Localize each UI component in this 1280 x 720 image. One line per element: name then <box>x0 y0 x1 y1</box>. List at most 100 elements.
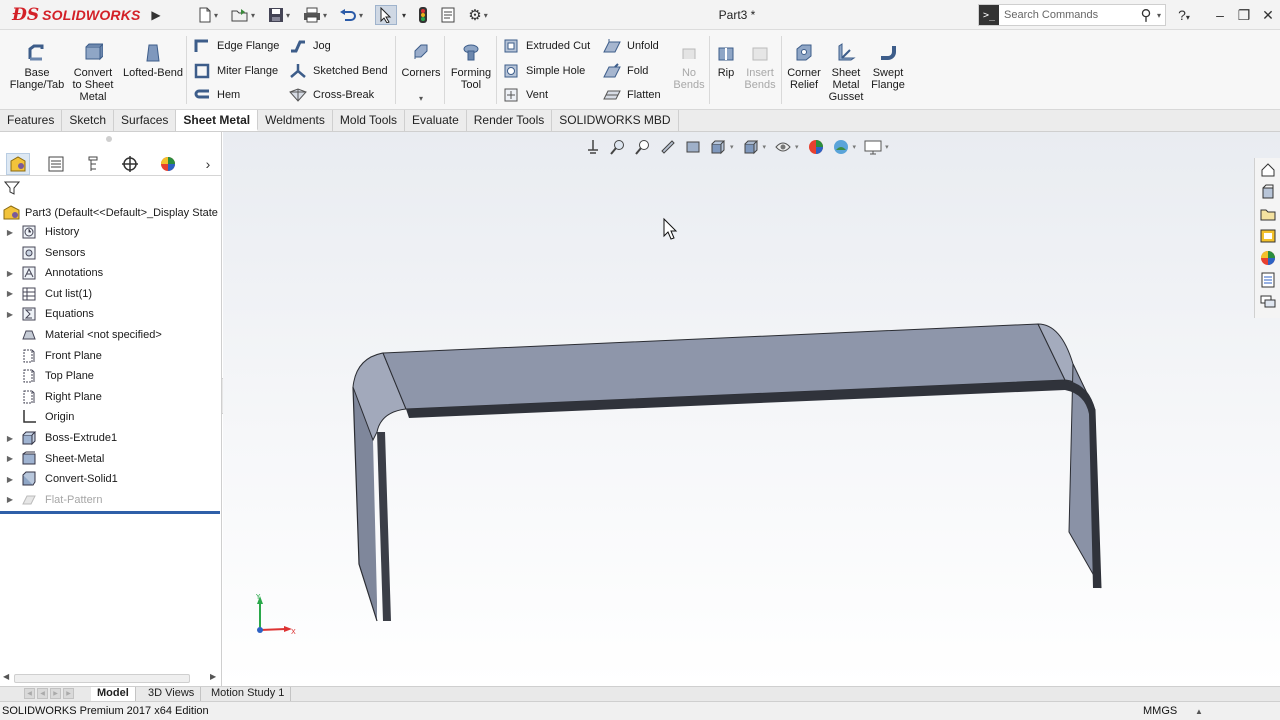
tree-item-flat-pattern[interactable]: ▶ Flat-Pattern <box>0 490 220 510</box>
apply-scene-icon[interactable] <box>831 137 851 157</box>
help-icon[interactable]: ?▾ <box>1174 6 1194 24</box>
tab-evaluate[interactable]: Evaluate <box>405 110 467 131</box>
corner-relief-button[interactable]: Corner Relief <box>784 42 824 91</box>
apply-scene-dropdown-icon[interactable]: ▾ <box>853 143 857 151</box>
tab-mold-tools[interactable]: Mold Tools <box>333 110 406 131</box>
viewport-tile-left-icon[interactable]: ◧ <box>1153 132 1163 133</box>
tree-item-convert-solid1[interactable]: ▶ Convert-Solid1 <box>0 469 220 489</box>
model-viewport[interactable]: Y X <box>223 132 1280 686</box>
tree-item-history[interactable]: ▶ History <box>0 222 220 242</box>
rebuild-traffic-light-icon[interactable] <box>416 5 430 25</box>
sketched-bend-button[interactable]: Sketched Bend <box>289 61 388 81</box>
viewport-restore-icon[interactable]: ❐ <box>1216 132 1226 133</box>
feature-tree-tab-icon[interactable] <box>6 153 30 175</box>
tree-item-equations[interactable]: ▶ Equations <box>0 304 220 324</box>
solidworks-forum-icon[interactable] <box>1257 292 1279 312</box>
expand-arrow-icon[interactable]: ▶ <box>0 434 20 443</box>
prev-tab-arrow-icon[interactable]: ◀ <box>37 688 48 699</box>
zoom-to-area-icon[interactable] <box>608 137 628 157</box>
fold-button[interactable]: Fold <box>603 61 648 81</box>
panel-expand-arrow-icon[interactable]: › <box>200 153 216 175</box>
menu-expand-arrow-icon[interactable]: ▶ <box>149 5 163 25</box>
expand-arrow-icon[interactable]: ▶ <box>0 289 20 298</box>
graphics-area[interactable]: Y X ▾ ▾ ▾ ▾ ▾ ◧ ◨ – ❐ ✕ <box>223 132 1280 686</box>
new-document-icon[interactable]: ▾ <box>196 5 220 25</box>
tree-item-origin[interactable]: Origin <box>0 407 220 427</box>
options-gear-icon[interactable]: ⚙ ▾ <box>462 5 494 25</box>
configuration-manager-tab-icon[interactable] <box>81 153 105 175</box>
hide-show-dropdown-icon[interactable]: ▾ <box>795 143 799 151</box>
tree-item-front-plane[interactable]: Front Plane <box>0 346 220 366</box>
file-properties-icon[interactable] <box>438 5 458 25</box>
tree-item-material-not-specified[interactable]: Material <not specified> <box>0 325 220 345</box>
viewport-tile-right-icon[interactable]: ◨ <box>1175 132 1185 133</box>
property-manager-tab-icon[interactable] <box>44 153 68 175</box>
scrollbar-thumb[interactable] <box>14 674 190 683</box>
search-commands-box[interactable]: >_ Search Commands ⚲ ▾ <box>978 4 1166 26</box>
scroll-right-arrow-icon[interactable]: ▶ <box>210 672 216 681</box>
unit-system-selector[interactable]: MMGS <box>1143 705 1177 717</box>
print-icon[interactable]: ▾ <box>302 5 328 25</box>
tab-render-tools[interactable]: Render Tools <box>467 110 553 131</box>
view-settings-dropdown-icon[interactable]: ▾ <box>885 143 889 151</box>
previous-view-icon[interactable] <box>633 137 653 157</box>
tab-sketch[interactable]: Sketch <box>62 110 115 131</box>
expand-arrow-icon[interactable]: ▶ <box>0 475 20 484</box>
tab-surfaces[interactable]: Surfaces <box>114 110 177 131</box>
tab-sheet-metal[interactable]: Sheet Metal <box>176 110 259 131</box>
rip-button[interactable]: Rip <box>712 42 740 79</box>
forming-tool-button[interactable]: Forming Tool <box>449 42 493 91</box>
sheet-metal-gusset-button[interactable]: Sheet Metal Gusset <box>826 42 866 103</box>
unit-system-dropdown-icon[interactable]: ▲ <box>1195 707 1203 716</box>
edit-appearance-icon[interactable] <box>806 137 826 157</box>
tab-features[interactable]: Features <box>0 110 63 131</box>
viewport-minimize-icon[interactable]: – <box>1198 132 1204 133</box>
view-settings-icon[interactable] <box>863 137 883 157</box>
tree-item-sensors[interactable]: Sensors <box>0 243 220 263</box>
section-view-icon[interactable] <box>658 137 678 157</box>
sheet-metal-part[interactable] <box>352 323 1102 622</box>
select-arrow-icon[interactable] <box>375 5 397 25</box>
edge-flange-button[interactable]: Edge Flange <box>193 36 279 56</box>
first-tab-arrow-icon[interactable]: ◀ <box>24 688 35 699</box>
display-style-icon[interactable] <box>741 137 761 157</box>
tree-item-sheet-metal[interactable]: ▶ Sheet-Metal <box>0 449 220 469</box>
vent-button[interactable]: Vent <box>502 85 548 105</box>
dimxpert-manager-tab-icon[interactable] <box>118 153 142 175</box>
tab-model[interactable]: Model <box>91 687 136 701</box>
cross-break-button[interactable]: Cross-Break <box>289 85 374 105</box>
expand-arrow-icon[interactable]: ▶ <box>0 495 20 504</box>
insert-bends-button[interactable]: Insert Bends <box>742 42 778 91</box>
base-flange-tab-button[interactable]: Base Flange/Tab <box>8 42 66 91</box>
search-icon[interactable]: ⚲ <box>1135 6 1157 24</box>
solidworks-logo[interactable]: ƉS SOLIDWORKS <box>12 5 141 25</box>
corners-button[interactable]: Corners ▾ <box>400 42 442 105</box>
no-bends-button[interactable]: No Bends <box>672 42 706 91</box>
hide-show-items-icon[interactable] <box>773 137 793 157</box>
undo-icon[interactable]: ▾ <box>338 5 364 25</box>
tree-item-cut-list-1[interactable]: ▶ Cut list(1) <box>0 284 220 304</box>
filter-funnel-icon[interactable] <box>3 180 22 198</box>
tree-item-right-plane[interactable]: Right Plane <box>0 387 220 407</box>
unfold-button[interactable]: Unfold <box>603 36 659 56</box>
minimize-button[interactable]: – <box>1210 6 1230 24</box>
viewport-close-icon[interactable]: ✕ <box>1238 132 1247 133</box>
rollback-bar[interactable] <box>0 511 220 514</box>
dynamic-annotation-icon[interactable] <box>683 137 703 157</box>
view-palette-icon[interactable] <box>1257 226 1279 246</box>
solidworks-resources-home-icon[interactable] <box>1257 160 1279 180</box>
display-manager-tab-icon[interactable] <box>156 153 180 175</box>
restore-button[interactable]: ❐ <box>1234 6 1254 24</box>
view-orientation-dropdown-icon[interactable]: ▾ <box>730 143 734 151</box>
design-library-icon[interactable] <box>1257 182 1279 202</box>
expand-arrow-icon[interactable]: ▶ <box>0 454 20 463</box>
swept-flange-button[interactable]: Swept Flange <box>868 42 908 91</box>
horizontal-scrollbar[interactable]: ◀ ▶ <box>0 670 222 686</box>
miter-flange-button[interactable]: Miter Flange <box>193 61 278 81</box>
flatten-button[interactable]: Flatten <box>603 85 661 105</box>
tab-weldments[interactable]: Weldments <box>258 110 333 131</box>
jog-button[interactable]: Jog <box>289 36 331 56</box>
tab-3d-views[interactable]: 3D Views <box>142 687 202 701</box>
convert-to-sheet-metal-button[interactable]: Convert to Sheet Metal <box>68 42 118 103</box>
zoom-to-fit-icon[interactable] <box>583 137 603 157</box>
